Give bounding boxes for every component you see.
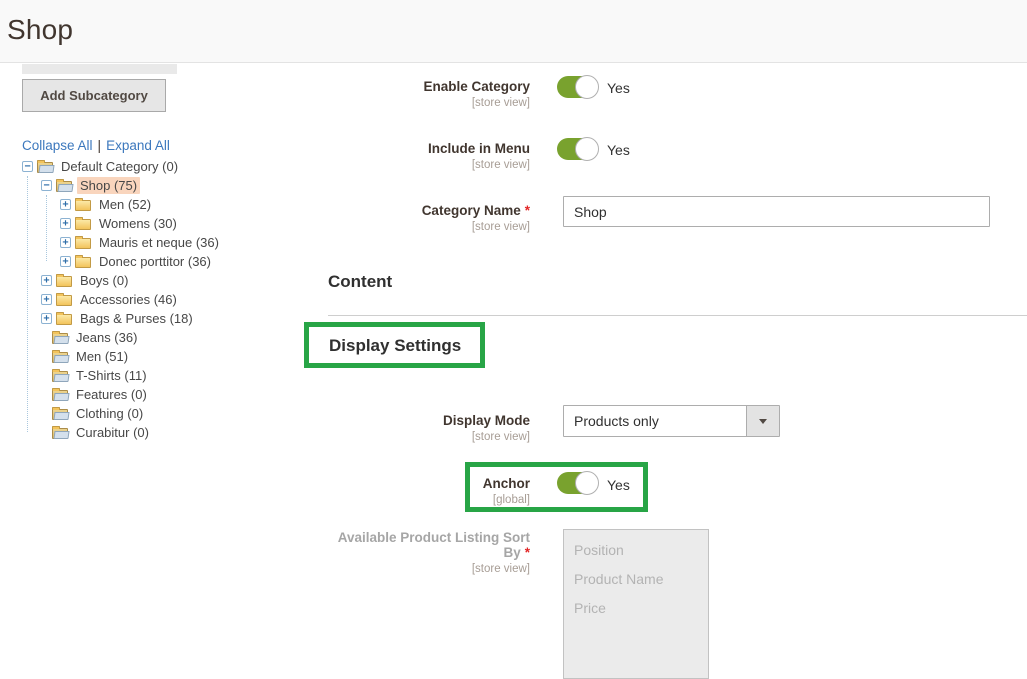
tree-item-label[interactable]: Default Category (0) [58,158,181,175]
sort-by-option[interactable]: Product Name [564,565,708,594]
folder-open-icon [52,333,68,344]
enable-category-scope: [store view] [230,96,530,111]
tree-item-label[interactable]: Jeans (36) [73,329,140,346]
tree-item[interactable]: − Default Category (0) [0,157,300,176]
required-asterisk: * [525,545,530,560]
tree-item-label[interactable]: Bags & Purses (18) [77,310,196,327]
tree-item-label[interactable]: Womens (30) [96,215,180,232]
include-in-menu-value: Yes [607,142,630,158]
section-divider [328,315,1027,316]
category-tree: −Default Category (0)−Shop (75)+Men (52)… [0,157,300,442]
links-separator: | [98,138,102,153]
sort-by-option[interactable]: Price [564,594,708,623]
expand-node-icon[interactable]: + [60,237,71,248]
enable-category-label: Enable Category [423,79,530,94]
anchor-label: Anchor [483,476,530,491]
display-mode-selected-value: Products only [574,406,659,436]
tree-item-label[interactable]: T-Shirts (11) [73,367,150,384]
expand-node-icon[interactable]: + [41,313,52,324]
anchor-scope: [global] [230,493,530,508]
include-in-menu-toggle[interactable] [557,138,598,160]
expand-node-icon[interactable]: + [60,256,71,267]
expand-node-icon[interactable]: + [60,218,71,229]
display-mode-label: Display Mode [443,413,530,428]
sort-by-label-block: Available Product Listing Sort By * [stor… [230,530,530,577]
tree-item[interactable]: Features (0) [0,385,300,404]
expand-node-icon[interactable]: + [41,275,52,286]
toggle-knob-icon [575,137,599,161]
tree-item[interactable]: Men (51) [0,347,300,366]
folder-open-icon [52,428,68,439]
tree-item-label[interactable]: Accessories (46) [77,291,180,308]
tree-item-label[interactable]: Shop (75) [77,177,140,194]
tree-item[interactable]: Jeans (36) [0,328,300,347]
tree-item-label[interactable]: Features (0) [73,386,150,403]
folder-open-icon [37,162,53,173]
folder-icon [75,219,91,230]
content-section-heading[interactable]: Content [328,272,392,292]
add-subcategory-button[interactable]: Add Subcategory [22,79,166,112]
folder-icon [56,276,72,287]
page-header: Shop [0,0,1027,63]
anchor-label-block: Anchor [global] [230,476,530,508]
category-name-input[interactable] [563,196,990,227]
sort-by-scope: [store view] [230,562,530,577]
enable-category-value: Yes [607,80,630,96]
tree-item[interactable]: + Donec porttitor (36) [0,252,300,271]
tree-item[interactable]: + Bags & Purses (18) [0,309,300,328]
required-asterisk: * [525,203,530,218]
dropdown-arrow-icon[interactable] [746,406,779,436]
tree-item-label[interactable]: Curabitur (0) [73,424,152,441]
toggle-knob-icon [575,75,599,99]
folder-icon [75,238,91,249]
tree-item[interactable]: + Accessories (46) [0,290,300,309]
display-settings-section-heading[interactable]: Display Settings [329,336,461,356]
include-in-menu-label: Include in Menu [428,141,530,156]
page-title: Shop [7,14,73,46]
folder-open-icon [52,352,68,363]
anchor-toggle[interactable] [557,472,598,494]
folder-icon [75,257,91,268]
sort-by-option[interactable]: Position [564,536,708,565]
tree-item[interactable]: + Mauris et neque (36) [0,233,300,252]
expand-node-icon[interactable]: + [60,199,71,210]
folder-icon [56,314,72,325]
tree-item-label[interactable]: Donec porttitor (36) [96,253,214,270]
folder-open-icon [56,181,72,192]
collapse-all-link[interactable]: Collapse All [22,138,93,153]
collapse-node-icon[interactable]: − [41,180,52,191]
enable-category-toggle[interactable] [557,76,598,98]
sort-by-label-line1: Available Product Listing Sort [338,530,530,545]
collapse-node-icon[interactable]: − [22,161,33,172]
anchor-value: Yes [607,477,630,493]
tree-links: Collapse All | Expand All [22,138,170,153]
folder-open-icon [52,409,68,420]
expand-all-link[interactable]: Expand All [106,138,170,153]
tree-item[interactable]: Curabitur (0) [0,423,300,442]
tree-item-label[interactable]: Mauris et neque (36) [96,234,222,251]
tree-item[interactable]: − Shop (75) [0,176,300,195]
tree-item-label[interactable]: Boys (0) [77,272,131,289]
tree-item-label[interactable]: Men (52) [96,196,154,213]
tree-item[interactable]: Clothing (0) [0,404,300,423]
tree-item[interactable]: + Men (52) [0,195,300,214]
folder-icon [75,200,91,211]
tree-item[interactable]: + Womens (30) [0,214,300,233]
sort-by-label-line2: By [503,545,520,560]
toggle-knob-icon [575,471,599,495]
enable-category-label-block: Enable Category [store view] [230,79,530,111]
category-name-label: Category Name [422,203,521,218]
folder-open-icon [52,390,68,401]
cut-off-button[interactable] [22,64,177,74]
tree-item[interactable]: + Boys (0) [0,271,300,290]
tree-item-label[interactable]: Men (51) [73,348,131,365]
tree-item-label[interactable]: Clothing (0) [73,405,146,422]
display-mode-select[interactable]: Products only [563,405,780,437]
expand-node-icon[interactable]: + [41,294,52,305]
folder-icon [56,295,72,306]
tree-item[interactable]: T-Shirts (11) [0,366,300,385]
sort-by-multiselect[interactable]: PositionProduct NamePrice [563,529,709,679]
folder-open-icon [52,371,68,382]
